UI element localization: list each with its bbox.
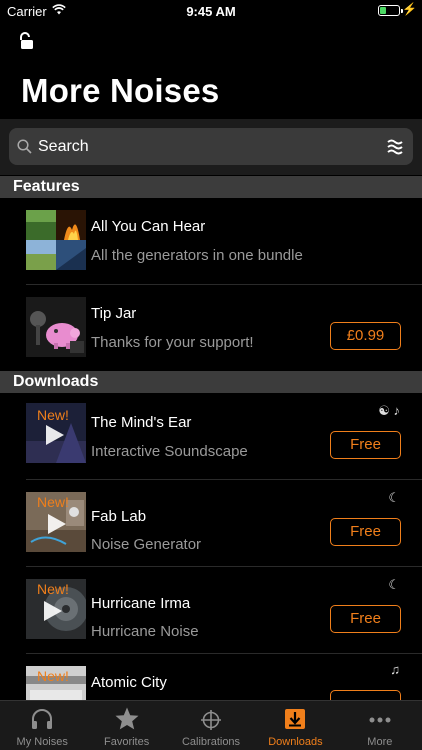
tab-label: Downloads — [268, 736, 323, 748]
list-item-tip-jar[interactable]: Tip Jar Thanks for your support! £0.99 — [0, 285, 422, 371]
section-header-downloads: Downloads — [0, 371, 422, 393]
section-header-features: Features — [0, 176, 422, 198]
get-button[interactable] — [330, 690, 401, 700]
tab-my-noises[interactable]: My Noises — [0, 701, 84, 750]
list-item-all-you-can-hear[interactable]: All You Can Hear All the generators in o… — [0, 198, 422, 285]
item-title: The Mind's Ear — [91, 414, 192, 431]
item-title: All You Can Hear — [91, 218, 206, 235]
tab-bar: My Noises Favorites Calibrations Downloa… — [0, 700, 422, 750]
search-bar: Search — [0, 119, 422, 175]
search-placeholder: Search — [38, 138, 89, 155]
tab-downloads[interactable]: Downloads — [253, 701, 337, 750]
item-title: Atomic City — [91, 674, 167, 691]
item-subtitle: Interactive Soundscape — [91, 443, 248, 460]
moon-icon: ☾ — [388, 577, 400, 592]
star-icon — [115, 707, 139, 730]
item-subtitle: Noise Generator — [91, 536, 202, 553]
yin-yang-music-icon: ☯ ♪ — [378, 403, 400, 418]
new-badge: New! — [37, 668, 69, 684]
list-item-fab-lab[interactable]: New! Fab Lab Noise Generator ☾ Free — [0, 480, 422, 567]
unlock-icon[interactable] — [19, 32, 35, 50]
item-subtitle: Thanks for your support! — [91, 334, 254, 351]
search-input[interactable]: Search — [9, 128, 413, 165]
item-title: Fab Lab — [91, 508, 147, 525]
waves-icon[interactable] — [387, 137, 403, 155]
headphones-icon — [32, 709, 53, 729]
more-icon — [369, 717, 391, 723]
get-free-button[interactable]: Free — [330, 518, 401, 546]
charging-icon: ⚡ — [402, 2, 417, 16]
tab-label: My Noises — [16, 736, 68, 748]
new-badge: New! — [37, 407, 69, 423]
list-item-minds-ear[interactable]: New! The Mind's Ear Interactive Soundsca… — [0, 393, 422, 480]
download-icon — [285, 709, 306, 729]
moon-icon: ☾ — [388, 490, 400, 505]
bundle-thumbnail — [26, 210, 86, 270]
tab-more[interactable]: More — [338, 701, 422, 750]
list-item-atomic-city[interactable]: New! Atomic City ♫ — [0, 654, 422, 700]
get-free-button[interactable]: Free — [330, 431, 401, 459]
item-subtitle: All the generators in one bundle — [91, 247, 303, 264]
tab-favorites[interactable]: Favorites — [84, 701, 168, 750]
search-icon — [17, 139, 32, 154]
tip-jar-thumbnail — [26, 297, 86, 357]
tab-label: Calibrations — [181, 736, 241, 748]
list-item-hurricane-irma[interactable]: New! Hurricane Irma Hurricane Noise ☾ Fr… — [0, 567, 422, 654]
crosshair-icon — [201, 710, 222, 730]
get-free-button[interactable]: Free — [330, 605, 401, 633]
item-title: Tip Jar — [91, 305, 137, 322]
tab-label: Favorites — [103, 736, 150, 748]
page-title: More Noises — [21, 72, 220, 109]
battery-icon — [378, 5, 403, 16]
new-badge: New! — [37, 581, 69, 597]
buy-tip-button[interactable]: £0.99 — [330, 322, 401, 350]
item-subtitle: Hurricane Noise — [91, 623, 199, 640]
tab-label: More — [367, 736, 393, 748]
item-title: Hurricane Irma — [91, 595, 191, 612]
new-badge: New! — [37, 494, 69, 510]
music-icon: ♫ — [390, 662, 400, 677]
status-bar: Carrier 9:45 AM ⚡ — [0, 0, 422, 22]
status-time: 9:45 AM — [186, 4, 236, 19]
tab-calibrations[interactable]: Calibrations — [169, 701, 253, 750]
